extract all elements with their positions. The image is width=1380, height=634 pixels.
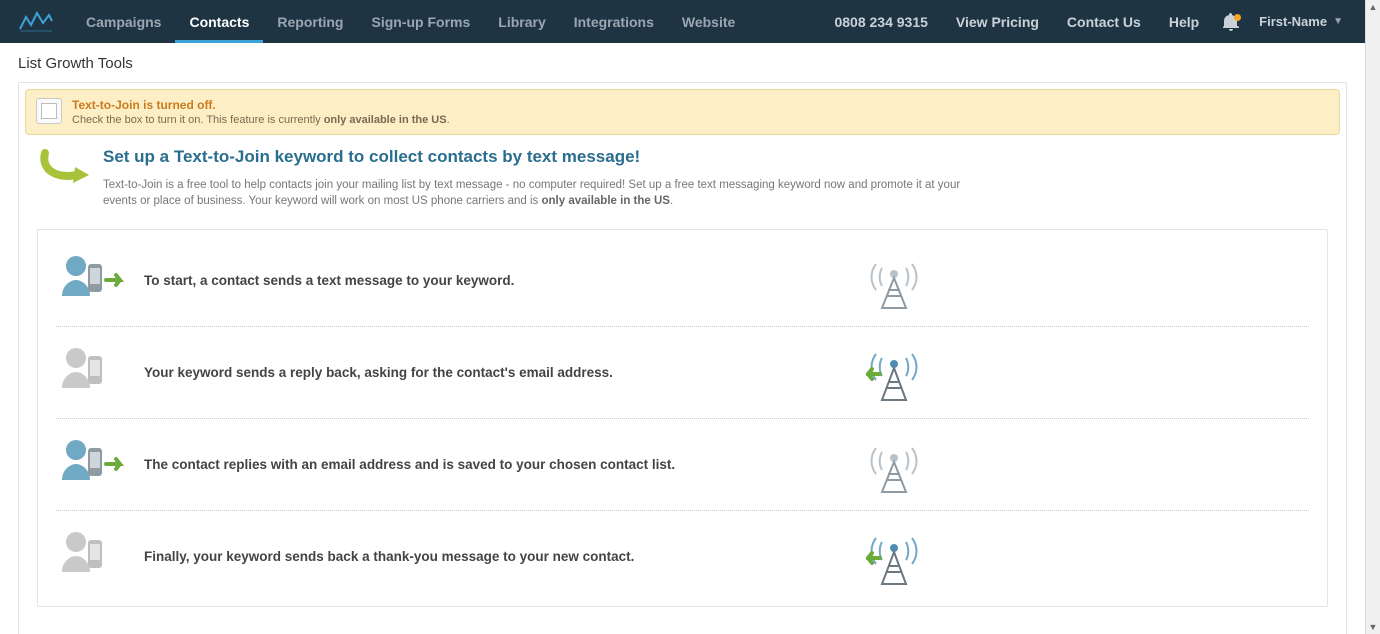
step-row: Finally, your keyword sends back a thank…: [38, 510, 1327, 602]
tower-icon: [859, 250, 929, 310]
step-row: To start, a contact sends a text message…: [38, 234, 1327, 326]
nav-signup-forms[interactable]: Sign-up Forms: [357, 0, 484, 43]
nav-contacts[interactable]: Contacts: [175, 0, 263, 43]
help-link[interactable]: Help: [1155, 0, 1213, 43]
intro-title: Set up a Text-to-Join keyword to collect…: [103, 147, 983, 167]
steps-panel: To start, a contact sends a text message…: [37, 229, 1328, 607]
nav-label: Reporting: [277, 14, 343, 30]
chevron-down-icon: ▼: [1333, 16, 1343, 27]
nav-website[interactable]: Website: [668, 0, 749, 43]
step-row: The contact replies with an email addres…: [38, 418, 1327, 510]
nav-label: Campaigns: [86, 14, 161, 30]
feature-off-alert: Text-to-Join is turned off. Check the bo…: [25, 89, 1340, 135]
alert-sub-suffix: .: [447, 114, 450, 126]
person-phone-send-icon: [56, 434, 126, 494]
alert-sub-bold: only available in the US: [324, 114, 447, 126]
nav-label: Integrations: [574, 14, 654, 30]
intro-text-suffix: .: [670, 195, 673, 207]
tower-reply-icon: [859, 526, 929, 586]
user-menu[interactable]: First-Name ▼: [1249, 0, 1353, 43]
step-text: Finally, your keyword sends back a thank…: [144, 549, 841, 564]
help-text: Help: [1169, 14, 1199, 30]
intro-text-prefix: Text-to-Join is a free tool to help cont…: [103, 179, 960, 207]
contact-text: Contact Us: [1067, 14, 1141, 30]
notification-dot-icon: [1234, 14, 1241, 21]
alert-sub-prefix: Check the box to turn it on. This featur…: [72, 114, 324, 126]
tower-reply-icon: [859, 342, 929, 402]
enable-checkbox-wrap[interactable]: [36, 98, 62, 124]
nav-reporting[interactable]: Reporting: [263, 0, 357, 43]
footer-text: Check out our Texting Action Planner: [19, 625, 1346, 634]
alert-title: Text-to-Join is turned off.: [72, 98, 450, 112]
contact-us-link[interactable]: Contact Us: [1053, 0, 1155, 43]
person-phone-send-icon: [56, 250, 126, 310]
outer-scrollbar[interactable]: ▲ ▼: [1365, 0, 1380, 634]
brand-logo[interactable]: [10, 0, 62, 43]
notifications-button[interactable]: [1213, 0, 1249, 43]
primary-nav: Campaigns Contacts Reporting Sign-up For…: [72, 0, 749, 43]
viewport[interactable]: Campaigns Contacts Reporting Sign-up For…: [0, 0, 1365, 634]
enable-checkbox[interactable]: [41, 103, 57, 119]
step-text: Your keyword sends a reply back, asking …: [144, 365, 841, 380]
main-panel: Text-to-Join is turned off. Check the bo…: [18, 82, 1347, 634]
nav-label: Library: [498, 14, 545, 30]
intro-text-bold: only available in the US: [542, 195, 670, 207]
intro-description: Text-to-Join is a free tool to help cont…: [103, 177, 983, 209]
nav-label: Contacts: [189, 14, 249, 30]
phone-number[interactable]: 0808 234 9315: [820, 0, 941, 43]
alert-subtext: Check the box to turn it on. This featur…: [72, 114, 450, 126]
view-pricing-link[interactable]: View Pricing: [942, 0, 1053, 43]
scroll-up-arrow-icon[interactable]: ▲: [1366, 0, 1380, 14]
intro-section: Set up a Text-to-Join keyword to collect…: [19, 147, 1346, 219]
user-name: First-Name: [1259, 14, 1327, 29]
nav-campaigns[interactable]: Campaigns: [72, 0, 175, 43]
nav-label: Sign-up Forms: [371, 14, 470, 30]
pricing-text: View Pricing: [956, 14, 1039, 30]
step-text: The contact replies with an email addres…: [144, 457, 841, 472]
scroll-down-arrow-icon[interactable]: ▼: [1366, 620, 1380, 634]
page-title: List Growth Tools: [0, 43, 1365, 82]
person-phone-idle-icon: [56, 526, 126, 586]
step-row: Your keyword sends a reply back, asking …: [38, 326, 1327, 418]
phone-text: 0808 234 9315: [834, 14, 927, 30]
curved-arrow-icon: [37, 147, 87, 187]
person-phone-idle-icon: [56, 342, 126, 402]
nav-library[interactable]: Library: [484, 0, 559, 43]
top-nav-bar: Campaigns Contacts Reporting Sign-up For…: [0, 0, 1365, 43]
nav-integrations[interactable]: Integrations: [560, 0, 668, 43]
top-nav-right: 0808 234 9315 View Pricing Contact Us He…: [820, 0, 1353, 43]
tower-icon: [859, 434, 929, 494]
step-text: To start, a contact sends a text message…: [144, 273, 841, 288]
nav-label: Website: [682, 14, 735, 30]
